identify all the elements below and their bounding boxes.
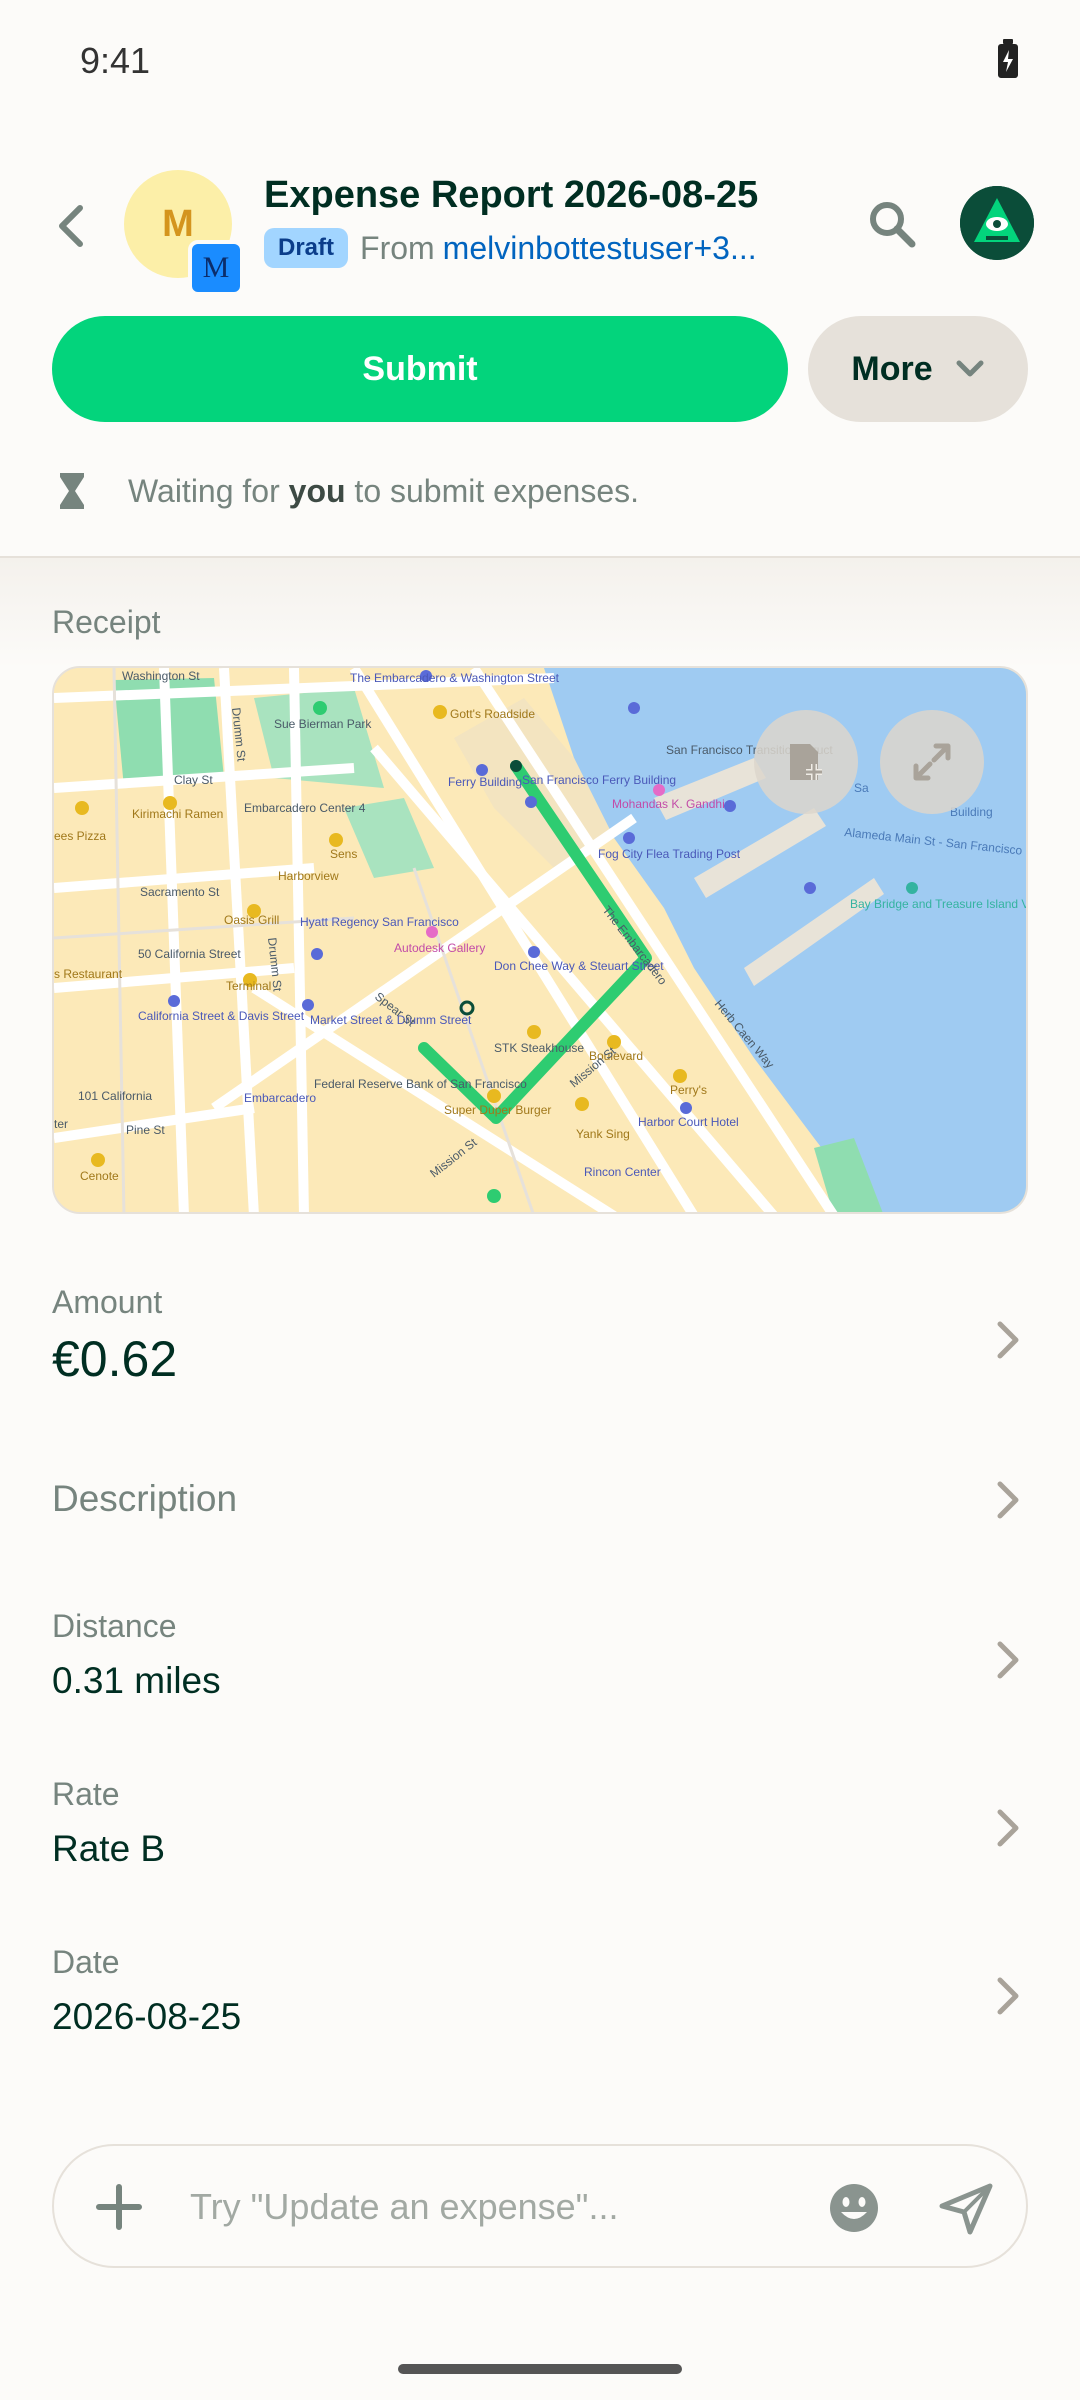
search-button[interactable] [860, 192, 924, 256]
map-label: Sue Bierman Park [274, 717, 372, 731]
date-label: Date [52, 1944, 120, 1980]
expand-icon [913, 743, 951, 781]
map-label: Super Duper Burger [444, 1103, 551, 1117]
plus-icon [96, 2184, 142, 2230]
map-label: California Street & Davis Street [138, 1009, 305, 1023]
chevron-left-icon [59, 205, 83, 247]
status-bar: 9:41 [0, 0, 1080, 126]
distance-value: 0.31 miles [52, 1660, 221, 1701]
action-bar: Submit More [52, 316, 1028, 422]
map-label: Sens [330, 847, 357, 861]
description-field[interactable]: Description [0, 1440, 1080, 1590]
emoji-button[interactable] [826, 2180, 882, 2236]
more-button[interactable]: More [808, 316, 1028, 422]
home-indicator[interactable] [398, 2364, 682, 2374]
map-label: Kirimachi Ramen [132, 807, 223, 821]
distance-label: Distance [52, 1608, 177, 1644]
waiting-text: Waiting for you to submit expenses. [128, 472, 640, 509]
amount-value: €0.62 [52, 1331, 178, 1387]
map-label: San Francisco Ferry Building [522, 773, 676, 787]
map-label: STK Steakhouse [494, 1041, 584, 1055]
status-badge: Draft [264, 228, 349, 268]
back-button[interactable] [48, 196, 92, 256]
next-step-message: Waiting for you to submit expenses. [52, 466, 639, 516]
map-label: The Embarcadero & Washington Street [350, 671, 560, 685]
map-label: Oasis Grill [224, 913, 279, 927]
from-label: From [360, 229, 435, 266]
map-label: Harborview [278, 869, 339, 883]
send-button[interactable] [938, 2180, 994, 2236]
map-label: Mohandas K. Gandhi [612, 797, 725, 811]
map-label: Sacramento St [140, 885, 220, 899]
add-attachment-button[interactable] [90, 2178, 148, 2236]
add-receipt-button[interactable] [754, 710, 858, 814]
map-label: Sa [854, 781, 869, 795]
date-field[interactable]: Date 2026-08-25 [0, 1934, 1080, 2084]
rate-label: Rate [52, 1776, 120, 1812]
report-title[interactable]: Expense Report 2026-08-25 [264, 174, 758, 217]
send-icon [939, 2183, 993, 2235]
map-label: Terminal [226, 979, 271, 993]
receipt-plus-icon [790, 744, 822, 780]
map-label: Cenote [80, 1169, 119, 1183]
receipt-label: Receipt [52, 604, 161, 640]
map-label: Pine St [126, 1123, 165, 1137]
status-time: 9:41 [80, 40, 151, 81]
rate-value: Rate B [52, 1828, 166, 1869]
map-label: 101 California [78, 1089, 152, 1103]
map-label: s Restaurant [54, 967, 123, 981]
map-label: Embarcadero Center 4 [244, 801, 366, 815]
search-icon [870, 202, 916, 248]
amount-label: Amount [52, 1284, 163, 1320]
map-label: Embarcadero [244, 1091, 316, 1105]
more-label: More [851, 349, 933, 388]
chevron-right-icon [992, 1636, 1024, 1684]
map-label: 50 California Street [138, 947, 241, 961]
date-value: 2026-08-25 [52, 1996, 242, 2037]
description-label: Description [52, 1478, 238, 1519]
hourglass-icon [52, 471, 92, 511]
from-user-link[interactable]: melvinbottestuser+3... [443, 230, 757, 267]
map-label: Yank Sing [576, 1127, 630, 1141]
chat-composer: Try "Update an expense"... [52, 2144, 1028, 2268]
map-label: Rincon Center [584, 1165, 661, 1179]
chevron-right-icon [992, 1476, 1024, 1524]
receipt-map[interactable]: Washington St The Embarcadero & Washingt… [52, 666, 1028, 1214]
message-input[interactable]: Try "Update an expense"... [190, 2186, 618, 2228]
battery-icon [998, 39, 1018, 78]
chevron-down-icon [956, 360, 984, 377]
map-label: Autodesk Gallery [394, 941, 485, 955]
chevron-right-icon [992, 1972, 1024, 2020]
chevron-right-icon [992, 1316, 1024, 1364]
content-background [0, 558, 1080, 668]
map-label: Hyatt Regency San Francisco [300, 915, 459, 929]
map-label: Fog City Flea Trading Post [598, 847, 741, 861]
map-label: Gott's Roadside [450, 707, 535, 721]
report-subtitle: Draft From melvinbottestuser+3... [264, 226, 757, 270]
map-label: Clay St [174, 773, 213, 787]
map-label: ter [54, 1117, 68, 1131]
map-label: Washington St [122, 669, 200, 683]
account-avatar[interactable] [960, 186, 1034, 260]
distance-field[interactable]: Distance 0.31 miles [0, 1598, 1080, 1748]
map-label: Federal Reserve Bank of San Francisco [314, 1077, 527, 1091]
report-header: M M Expense Report 2026-08-25 Draft From… [0, 160, 1080, 296]
map-label: Harbor Court Hotel [638, 1115, 739, 1129]
map-label: ees Pizza [54, 829, 106, 843]
submit-button[interactable]: Submit [52, 316, 788, 422]
map-label: Bay Bridge and Treasure Island Viewpoint [850, 897, 1028, 911]
expand-button[interactable] [880, 710, 984, 814]
report-avatar[interactable]: M M [124, 170, 244, 296]
rate-field[interactable]: Rate Rate B [0, 1766, 1080, 1916]
map-label: Ferry Building [448, 775, 522, 789]
illuminati-avatar-icon [960, 186, 1034, 260]
amount-field[interactable]: Amount €0.62 [0, 1270, 1080, 1420]
map-label: Perry's [670, 1083, 707, 1097]
emoji-icon [830, 2184, 878, 2232]
user-sub-avatar: M [188, 240, 244, 296]
chevron-right-icon [992, 1804, 1024, 1852]
